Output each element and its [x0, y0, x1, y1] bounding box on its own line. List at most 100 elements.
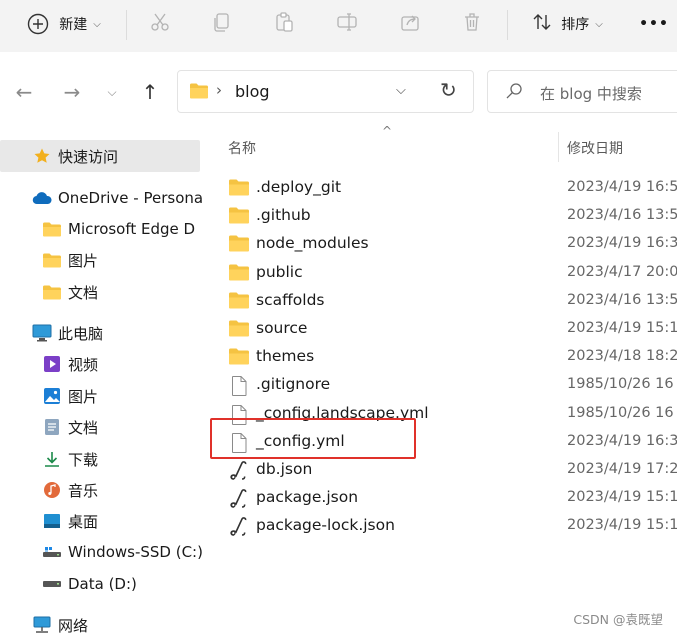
sidebar-item-onedrive[interactable]: OneDrive - Persona [32, 183, 203, 213]
rename-button[interactable] [331, 0, 363, 48]
file-row[interactable]: source 2023/4/19 15:1 [228, 315, 677, 343]
file-date-modified: 2023/4/19 15:1 [567, 489, 677, 506]
new-button[interactable]: 新建 ⌵ [18, 0, 110, 48]
sort-button[interactable]: 排序 ⌵ [524, 0, 610, 48]
file-date-modified: 1985/10/26 16 [567, 376, 674, 393]
address-bar[interactable]: › blog ⌵ ↻ [177, 70, 474, 113]
sidebar-item-drive-c[interactable]: Windows-SSD (C:) [42, 537, 203, 567]
file-date-modified: 2023/4/19 16:5 [567, 179, 677, 195]
search-input[interactable]: 在 blog 中搜索 [540, 83, 642, 104]
column-divider[interactable] [558, 132, 559, 162]
file-row[interactable]: public 2023/4/17 20:0 [228, 259, 677, 287]
address-history-chevron-icon[interactable]: ⌵ [396, 83, 406, 98]
sort-ascending-icon: ^ [382, 124, 393, 138]
search-box[interactable]: 在 blog 中搜索 [487, 70, 677, 113]
sidebar-item-label: 图片 [68, 387, 99, 406]
file-row[interactable]: db.json 2023/4/19 17:2 [228, 456, 677, 484]
sidebar-item-label: OneDrive - Persona [58, 189, 203, 207]
file-row[interactable]: .deploy_git 2023/4/19 16:5 [228, 174, 677, 202]
file-row[interactable]: node_modules 2023/4/19 16:3 [228, 230, 677, 258]
file-date-modified: 2023/4/17 20:0 [567, 263, 677, 280]
column-header-date-modified[interactable]: 修改日期 [567, 138, 623, 158]
file-name: themes [256, 347, 315, 366]
folder-icon [228, 178, 250, 198]
file-row[interactable]: .gitignore 1985/10/26 16 [228, 371, 677, 399]
arrow-right-icon: → [63, 80, 81, 104]
download-icon [42, 449, 62, 469]
folder-icon [42, 282, 62, 302]
arrow-left-icon: ← [15, 80, 33, 104]
new-button-label: 新建 [59, 17, 88, 33]
file-row[interactable]: package-lock.json 2023/4/19 15:1 [228, 512, 677, 540]
file-name: node_modules [256, 234, 369, 253]
sidebar-item-quick-access[interactable]: 快速访问 [32, 141, 118, 171]
folder-icon [228, 263, 250, 283]
file-name: .deploy_git [256, 178, 342, 196]
sidebar-item-label: 网络 [58, 616, 89, 635]
annotation-highlight-box [210, 418, 416, 459]
sidebar-item-label: 桌面 [68, 512, 99, 531]
cut-button[interactable] [144, 0, 176, 48]
sidebar-item-label: Microsoft Edge D [68, 220, 196, 238]
sidebar-item-onedrive-documents[interactable]: 文档 [42, 277, 98, 307]
json-file-icon [228, 516, 250, 537]
sidebar-item-label: 快速访问 [58, 147, 119, 166]
file-date-modified: 2023/4/16 13:5 [567, 207, 677, 224]
command-bar: 新建 ⌵ 排序 ⌵ ••• [0, 0, 677, 52]
more-options-button[interactable]: ••• [636, 0, 672, 48]
file-name: scaffolds [256, 290, 325, 309]
recent-locations-button[interactable]: ⌵ [98, 78, 126, 106]
sidebar-item-label: Data (D:) [68, 575, 137, 593]
copy-button[interactable] [206, 0, 238, 48]
folder-icon [42, 219, 62, 239]
back-button[interactable]: ← [10, 78, 38, 106]
computer-icon [32, 323, 52, 343]
sidebar-item-onedrive-pictures[interactable]: 图片 [42, 245, 98, 275]
file-name: db.json [256, 460, 313, 478]
up-button[interactable]: ↑ [136, 78, 164, 106]
sidebar-item-label: 视频 [68, 355, 99, 374]
folder-icon [228, 206, 250, 226]
json-file-icon [228, 488, 250, 508]
forward-button[interactable]: → [58, 78, 86, 106]
breadcrumb-item-blog[interactable]: blog [235, 82, 270, 101]
file-row[interactable]: themes 2023/4/18 18:2 [228, 343, 677, 371]
sidebar-item-downloads[interactable]: 下载 [42, 444, 98, 474]
chevron-down-icon: ⌵ [107, 84, 117, 99]
sidebar-item-label: 文档 [68, 283, 99, 302]
sidebar-item-this-pc[interactable]: 此电脑 [32, 318, 103, 348]
file-date-modified: 1985/10/26 16 [567, 404, 674, 421]
watermark: CSDN @袁既望 [573, 612, 663, 627]
chevron-down-icon: ⌵ [93, 18, 101, 30]
folder-icon [228, 319, 250, 339]
share-button[interactable] [394, 0, 426, 48]
file-row[interactable]: package.json 2023/4/19 15:1 [228, 484, 677, 512]
trash-icon [461, 11, 483, 37]
file-row[interactable]: scaffolds 2023/4/16 13:5 [228, 287, 677, 315]
sidebar-item-label: 音乐 [68, 481, 99, 500]
music-icon [42, 480, 62, 500]
sidebar-item-label: Windows-SSD (C:) [68, 543, 203, 561]
paste-button[interactable] [268, 0, 300, 48]
file-name: .gitignore [256, 375, 331, 394]
file-date-modified: 2023/4/19 16:3 [567, 235, 677, 252]
sidebar-item-music[interactable]: 音乐 [42, 475, 98, 505]
sidebar-item-label: 图片 [68, 251, 99, 270]
scissors-icon [149, 11, 171, 37]
sidebar-item-drive-d[interactable]: Data (D:) [42, 569, 137, 599]
star-icon [32, 146, 52, 166]
folder-icon [42, 250, 62, 270]
delete-button[interactable] [456, 0, 488, 48]
refresh-icon[interactable]: ↻ [440, 78, 457, 102]
sidebar-item-pictures[interactable]: 图片 [42, 381, 98, 411]
file-name: source [256, 319, 308, 337]
sidebar-item-microsoft-edge[interactable]: Microsoft Edge D [42, 214, 203, 244]
column-header-name[interactable]: 名称 [228, 138, 256, 158]
sidebar-item-videos[interactable]: 视频 [42, 349, 98, 379]
file-row[interactable]: .github 2023/4/16 13:5 [228, 202, 677, 230]
file-date-modified: 2023/4/19 15:1 [567, 517, 677, 534]
sidebar-item-documents[interactable]: 文档 [42, 412, 98, 442]
sidebar-item-desktop[interactable]: 桌面 [42, 506, 98, 536]
folder-icon [189, 82, 209, 104]
toolbar-divider [126, 10, 127, 40]
